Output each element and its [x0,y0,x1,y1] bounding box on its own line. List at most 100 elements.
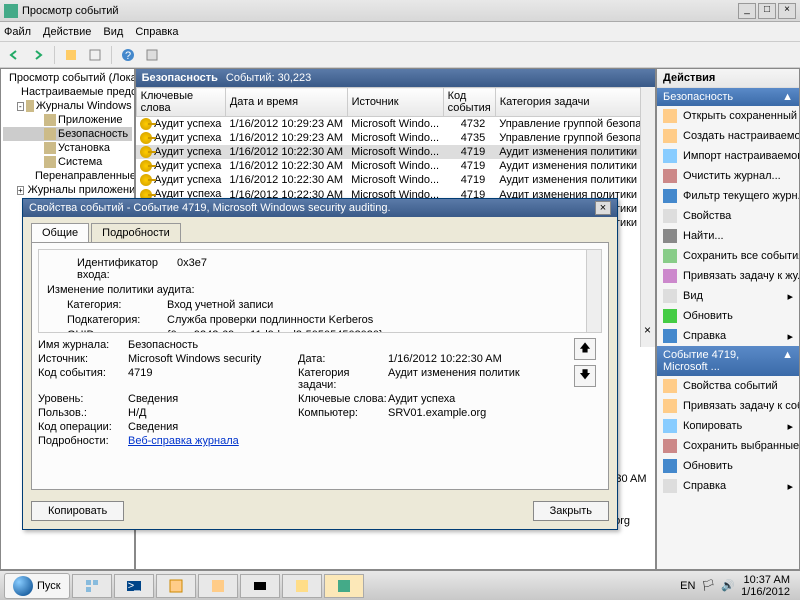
expander-icon[interactable]: - [17,102,24,111]
action-icon [663,459,677,473]
scrollbar[interactable] [586,250,601,332]
back-button[interactable] [4,45,24,65]
column-header[interactable]: Код события [443,88,495,117]
action-item[interactable]: Привязать задачу к жу... [657,266,799,286]
tree-item[interactable]: Установка [3,141,132,155]
table-row[interactable]: Аудит успеха1/16/2012 10:22:30 AMMicroso… [136,159,654,173]
help-button[interactable]: ? [118,45,138,65]
action-item[interactable]: Свойства [657,206,799,226]
expander-icon[interactable]: + [17,186,24,195]
action-item[interactable]: Привязать задачу к соб... [657,396,799,416]
action-icon [663,129,677,143]
minimize-button[interactable]: _ [738,3,756,19]
tree-item[interactable]: Перенаправленные событ [3,169,132,183]
clock[interactable]: 10:37 AM1/16/2012 [741,574,790,598]
action-item[interactable]: Сохранить все события... [657,246,799,266]
action-item[interactable]: Обновить [657,306,799,326]
action-icon [663,309,677,323]
tab-general[interactable]: Общие [31,223,89,242]
properties-button[interactable] [142,45,162,65]
table-row[interactable]: Аудит успеха1/16/2012 10:22:30 AMMicroso… [136,145,654,159]
action-icon [663,289,677,303]
action-item[interactable]: Импорт настраиваемог... [657,146,799,166]
action-item[interactable]: Фильтр текущего журн... [657,186,799,206]
action-item[interactable]: Вид▸ [657,286,799,306]
menu-help[interactable]: Справка [135,26,178,38]
taskbar-item[interactable] [72,574,112,598]
collapse-icon[interactable]: ▲ [782,91,793,103]
taskbar-item[interactable] [282,574,322,598]
column-header[interactable]: Ключевые слова [136,88,225,117]
list-header: Безопасность Событий: 30,223 [136,69,655,87]
action-item[interactable]: Открыть сохраненный ... [657,106,799,126]
action-item[interactable]: Справка▸ [657,476,799,496]
language-indicator[interactable]: EN [680,580,695,592]
tree-item[interactable]: Настраиваемые представлен [3,85,132,99]
tree-item[interactable]: Безопасность [3,127,132,141]
actions-pane: Действия Безопасность▲ Открыть сохраненн… [656,68,800,570]
event-description-box: Идентификатор входа:0x3e7 Изменение поли… [38,249,602,333]
copy-button[interactable]: Копировать [31,501,124,521]
action-item[interactable]: Обновить [657,456,799,476]
prev-event-button[interactable]: 🡅 [574,338,596,360]
action-icon [663,419,677,433]
tree-item[interactable]: -Журналы Windows [3,99,132,113]
dialog-titlebar[interactable]: Свойства событий - Событие 4719, Microso… [23,199,617,217]
tree-icon [44,156,56,168]
menu-action[interactable]: Действие [43,26,91,38]
tree-icon [44,142,56,154]
column-header[interactable]: Категория задачи [495,88,654,117]
taskbar-item-active[interactable] [324,574,364,598]
menu-view[interactable]: Вид [103,26,123,38]
action-icon [663,439,677,453]
taskbar-item[interactable] [240,574,280,598]
close-button[interactable]: × [778,3,796,19]
actions-header: Действия [657,69,799,88]
action-icon [663,269,677,283]
key-icon [140,132,152,144]
svg-text:?: ? [125,50,131,62]
tray-flag-icon[interactable]: 🏳 [701,579,715,592]
action-item[interactable]: Очистить журнал... [657,166,799,186]
action-icon [663,189,677,203]
forward-button[interactable] [28,45,48,65]
taskbar-item[interactable]: >_ [114,574,154,598]
action-icon [663,209,677,223]
table-row[interactable]: Аудит успеха1/16/2012 10:22:30 AMMicroso… [136,173,654,187]
action-item[interactable]: Копировать▸ [657,416,799,436]
taskbar-item[interactable] [198,574,238,598]
collapse-icon[interactable]: ▲ [782,349,793,373]
scrollbar[interactable] [640,87,655,347]
action-icon [663,169,677,183]
preview-close-button[interactable]: × [644,323,651,337]
tree-root: Просмотр событий (Локальный) [3,71,132,85]
tree-item[interactable]: +Журналы приложений и служ [3,183,132,197]
taskbar-item[interactable] [156,574,196,598]
action-item[interactable]: Найти... [657,226,799,246]
key-icon [140,146,152,158]
tray-network-icon[interactable]: 🔊 [721,579,735,592]
filter-button[interactable] [85,45,105,65]
action-button[interactable] [61,45,81,65]
action-item[interactable]: Справка▸ [657,326,799,346]
table-row[interactable]: Аудит успеха1/16/2012 10:29:23 AMMicroso… [136,117,654,132]
tab-details[interactable]: Подробности [91,223,181,242]
action-item[interactable]: Сохранить выбранные ... [657,436,799,456]
start-button[interactable]: Пуск [4,573,70,599]
maximize-button[interactable]: □ [758,3,776,19]
tree-item[interactable]: Система [3,155,132,169]
close-button[interactable]: Закрыть [533,501,609,521]
next-event-button[interactable]: 🡇 [574,365,596,387]
tree-icon [44,128,56,140]
window-titlebar: Просмотр событий _ □ × [0,0,800,22]
action-item[interactable]: Создать настраиваемо... [657,126,799,146]
tree-item[interactable]: Приложение [3,113,132,127]
column-header[interactable]: Дата и время [225,88,347,117]
action-icon [663,229,677,243]
table-row[interactable]: Аудит успеха1/16/2012 10:29:23 AMMicroso… [136,131,654,145]
menu-file[interactable]: Файл [4,26,31,38]
dialog-close-button[interactable]: × [595,201,611,215]
column-header[interactable]: Источник [347,88,443,117]
action-item[interactable]: Свойства событий [657,376,799,396]
web-help-link[interactable]: Веб-справка журнала [128,435,239,447]
